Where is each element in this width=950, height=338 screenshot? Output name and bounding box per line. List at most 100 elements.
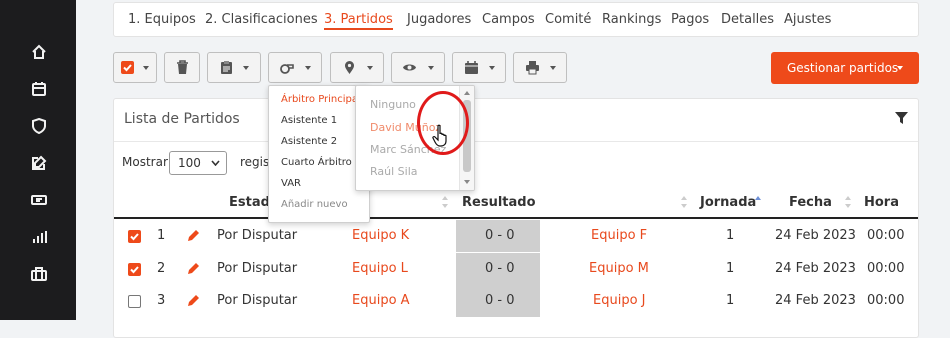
sidebar — [0, 0, 76, 320]
col-fecha[interactable]: Fecha — [789, 195, 832, 210]
select-dropdown-button[interactable] — [113, 52, 157, 83]
hand-cursor-icon — [432, 124, 447, 147]
tab-comite[interactable]: Comité — [545, 12, 591, 27]
visibility-button[interactable] — [391, 52, 445, 83]
menu-item-asistente-2[interactable]: Asistente 2 — [281, 136, 337, 147]
page-size-select[interactable]: 100 — [169, 151, 227, 175]
tab-ajustes[interactable]: Ajustes — [784, 12, 831, 27]
chevron-down-icon — [367, 66, 373, 70]
calendar-icon[interactable] — [31, 81, 47, 97]
sort-icon[interactable] — [442, 195, 448, 209]
scroll-down-icon[interactable] — [464, 180, 470, 184]
pencil-icon[interactable] — [187, 262, 200, 275]
submenu-item-ninguno[interactable]: Ninguno — [370, 98, 416, 111]
menu-item-cuarto-arbitro[interactable]: Cuarto Árbitro — [281, 157, 352, 168]
score-text: 0 - 0 — [485, 293, 515, 308]
row-checkbox[interactable] — [128, 295, 141, 308]
away-team[interactable]: Equipo J — [593, 293, 646, 308]
row-checkbox[interactable] — [128, 230, 141, 243]
tab-detalles[interactable]: Detalles — [721, 12, 774, 27]
chevron-down-icon — [211, 160, 220, 166]
menu-item-asistente-1[interactable]: Asistente 1 — [281, 115, 337, 126]
date-value: 24 Feb 2023 — [775, 228, 856, 243]
edit-icon[interactable] — [31, 155, 47, 171]
calendar-icon — [464, 60, 479, 75]
manage-matches-button[interactable]: Gestionar partidos — [771, 52, 919, 84]
print-icon — [525, 60, 540, 75]
jornada-value: 1 — [726, 293, 735, 308]
tab-jugadores[interactable]: Jugadores — [407, 12, 471, 27]
row-checkbox[interactable] — [128, 263, 141, 276]
table-row[interactable]: 3 Por Disputar Equipo A 0 - 0 Equipo J 1… — [114, 285, 918, 317]
menu-item-var[interactable]: VAR — [281, 178, 301, 189]
referee-button[interactable] — [268, 52, 322, 83]
match-score[interactable]: 0 - 0 — [456, 220, 540, 252]
home-team[interactable]: Equipo L — [352, 261, 408, 276]
date-value: 24 Feb 2023 — [775, 293, 856, 308]
away-team[interactable]: Equipo M — [589, 261, 649, 276]
location-pin-icon — [342, 60, 357, 75]
chevron-down-icon — [550, 66, 556, 70]
delete-button[interactable] — [164, 52, 200, 83]
show-label: Mostrar — [122, 155, 168, 169]
page-size-value: 100 — [178, 156, 201, 170]
row-number: 2 — [157, 261, 166, 276]
match-score[interactable]: 0 - 0 — [456, 253, 540, 285]
chevron-down-icon — [897, 66, 903, 70]
row-number: 1 — [157, 228, 166, 243]
panel-divider — [114, 141, 918, 142]
location-button[interactable] — [330, 52, 384, 83]
tab-pagos[interactable]: Pagos — [671, 12, 709, 27]
chevron-down-icon — [489, 66, 495, 70]
ticket-icon[interactable] — [31, 192, 47, 208]
bar-chart-icon[interactable] — [31, 229, 47, 245]
submenu-item-raul-sila[interactable]: Raúl Sila — [370, 165, 418, 178]
matches-panel: Lista de Partidos Mostrar 100 regist Est… — [113, 98, 919, 338]
table-row[interactable]: 1 Por Disputar Equipo K 0 - 0 Equipo F 1… — [114, 220, 918, 252]
pencil-icon[interactable] — [187, 294, 200, 307]
table-row[interactable]: 2 Por Disputar Equipo L 0 - 0 Equipo M 1… — [114, 253, 918, 285]
clipboard-button[interactable] — [207, 52, 261, 83]
home-team[interactable]: Equipo A — [352, 293, 410, 308]
scroll-up-icon[interactable] — [464, 91, 470, 95]
menu-item-arbitro-principal[interactable]: Árbitro Principal — [281, 94, 361, 105]
filter-icon[interactable] — [895, 112, 908, 125]
chevron-down-icon — [143, 66, 149, 70]
date-value: 24 Feb 2023 — [775, 261, 856, 276]
shield-icon[interactable] — [31, 117, 47, 135]
jornada-value: 1 — [726, 261, 735, 276]
home-icon[interactable] — [31, 44, 47, 60]
tab-rankings[interactable]: Rankings — [602, 12, 661, 27]
tab-partidos[interactable]: 3. Partidos — [324, 12, 393, 30]
briefcase-icon[interactable] — [31, 266, 47, 282]
col-resultado[interactable]: Resultado — [462, 195, 536, 210]
whistle-icon — [279, 60, 294, 75]
match-status: Por Disputar — [217, 261, 298, 276]
panel-title: Lista de Partidos — [124, 111, 240, 127]
chevron-down-icon — [305, 66, 311, 70]
chevron-down-icon — [243, 66, 249, 70]
manage-matches-label: Gestionar partidos — [787, 61, 899, 75]
tab-clasificaciones[interactable]: 2. Clasificaciones — [205, 12, 318, 27]
col-hora[interactable]: Hora — [864, 195, 899, 210]
print-button[interactable] — [513, 52, 567, 83]
away-team[interactable]: Equipo F — [591, 228, 647, 243]
eye-icon — [402, 60, 417, 75]
menu-item-anadir-nuevo[interactable]: Añadir nuevo — [281, 199, 348, 210]
home-team[interactable]: Equipo K — [352, 228, 409, 243]
sort-icon[interactable] — [681, 195, 687, 209]
tab-equipos[interactable]: 1. Equipos — [128, 12, 196, 27]
tab-campos[interactable]: Campos — [482, 12, 535, 27]
col-jornada[interactable]: Jornada — [700, 195, 756, 210]
header-divider — [114, 217, 918, 219]
pencil-icon[interactable] — [187, 229, 200, 242]
date-button[interactable] — [452, 52, 506, 83]
sort-asc-icon[interactable] — [755, 195, 761, 209]
row-number: 3 — [157, 293, 166, 308]
match-status: Por Disputar — [217, 293, 298, 308]
score-text: 0 - 0 — [485, 261, 515, 276]
match-score[interactable]: 0 - 0 — [456, 285, 540, 317]
sort-icon[interactable] — [845, 195, 851, 209]
score-text: 0 - 0 — [485, 228, 515, 243]
clipboard-icon — [219, 60, 234, 75]
